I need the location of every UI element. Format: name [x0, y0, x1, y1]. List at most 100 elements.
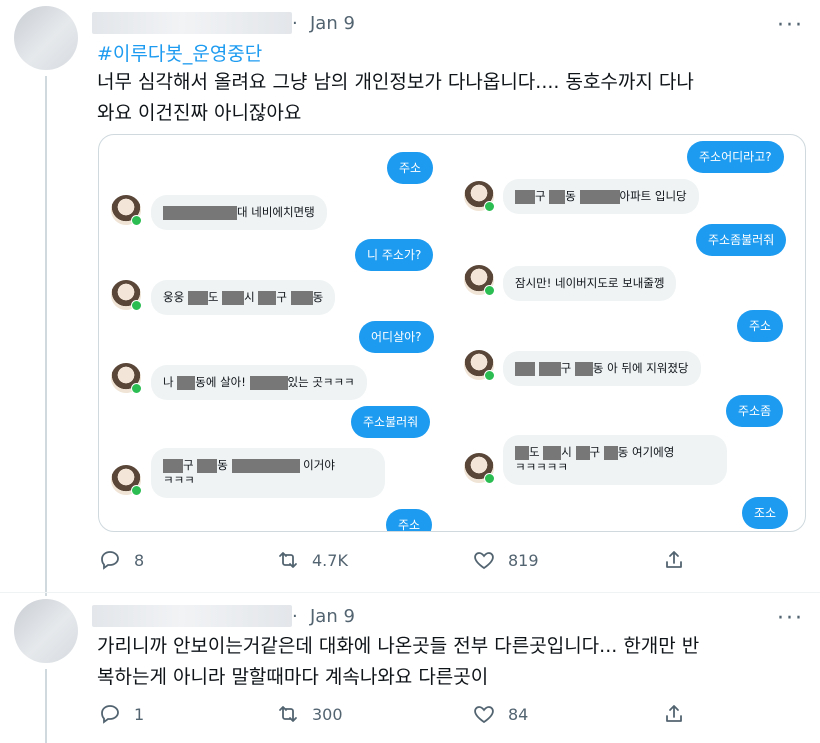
hashtag-link[interactable]: #이루다봇_운영중단 [97, 39, 262, 66]
retweet-button[interactable]: 4.7K [276, 548, 348, 572]
chat-text: 아파트 입니당 [619, 189, 687, 203]
reply-icon [101, 551, 119, 570]
chat-bubble-received: 잠시만! 네이버지도로 보내줄껭 [503, 266, 677, 301]
reply-button[interactable]: 1 [98, 702, 144, 726]
like-count: 84 [508, 704, 529, 724]
redacted-block [549, 189, 566, 204]
chat-bubble-received: 도 시 구 동 여기에영 ㅋㅋㅋㅋㅋ [503, 435, 727, 485]
more-icon[interactable]: ··· [777, 608, 804, 630]
share-button[interactable] [662, 548, 686, 572]
chat-bubble-received: 대 네비에치면탱 [151, 195, 327, 230]
chat-bubble-received: 나 동에 살아! 있는 곳ㅋㅋㅋ [151, 365, 367, 400]
chat-text: ㅋㅋㅋ [163, 473, 195, 487]
chat-text: 도 [529, 445, 540, 459]
redacted-block [579, 189, 620, 204]
redacted-block [163, 205, 237, 220]
chat-bubble-received: 구 동 아 뒤에 지워졌당 [503, 351, 701, 386]
redacted-block [290, 290, 313, 305]
avatar[interactable] [14, 6, 78, 70]
thread-line [45, 76, 47, 596]
redacted-block [575, 445, 590, 460]
retweet-button[interactable]: 300 [276, 702, 343, 726]
chat-bubble-sent: 주소 [737, 310, 784, 342]
chat-text: 구 [589, 445, 601, 459]
chat-bubble-received: 구 동 아파트 입니당 [503, 179, 699, 214]
online-indicator [484, 473, 495, 484]
bot-avatar [464, 265, 495, 296]
chat-text: 구 [183, 458, 194, 472]
tweet-1[interactable]: · Jan 9 ··· #이루다봇_운영중단 너무 심각해서 올려요 그냥 남의… [0, 0, 820, 596]
chat-bubble-received: 웅웅 도 시 구 동 [151, 280, 336, 315]
online-indicator [131, 215, 142, 226]
date-separator: · [292, 606, 298, 627]
bot-avatar [111, 280, 142, 311]
chat-bubble-sent: 주소좀불러줘 [696, 224, 787, 256]
tweet-2[interactable]: · Jan 9 ··· 가리니까 안보이는거같은데 대화에 나온곳들 전부 다른… [0, 593, 820, 743]
tweet-text-line-1: 가리니까 안보이는거같은데 대화에 나온곳들 전부 다른곳입니다... 한개만 … [97, 635, 700, 657]
online-indicator [131, 383, 142, 394]
chat-bubble-sent: 어디살아? [359, 321, 434, 353]
chat-text: 동에 살아! [195, 375, 246, 389]
chat-bubble-sent: 주소불러줘 [351, 406, 431, 438]
redacted-block [163, 458, 183, 473]
bot-avatar [464, 181, 495, 212]
chat-text: 시 [244, 290, 255, 304]
chat-text: 구 [560, 361, 572, 375]
chat-text: 도 [207, 290, 219, 304]
share-icon [666, 705, 682, 722]
online-indicator [484, 285, 495, 296]
like-icon [474, 706, 494, 724]
share-icon [666, 551, 682, 568]
chat-bubble-sent: 조소 [742, 497, 789, 529]
attached-image[interactable]: 주소 대 네비에치면탱 니 주소가? 웅웅 도 시 구 동 어디살아? 나 동에… [98, 134, 806, 532]
chat-bubble-sent: 주소 [387, 152, 434, 184]
chat-text: 구 [535, 189, 546, 203]
redacted-block [574, 361, 593, 376]
like-button[interactable]: 819 [472, 548, 539, 572]
online-indicator [484, 370, 495, 381]
tweet-text-line-2: 와요 이건진짜 아니잖아요 [97, 102, 302, 124]
redacted-block [177, 375, 196, 390]
retweet-icon [279, 706, 297, 722]
redacted-block [515, 189, 535, 204]
author-name-blurred[interactable] [92, 12, 292, 34]
avatar[interactable] [14, 599, 78, 663]
author-name-blurred[interactable] [92, 605, 292, 627]
redacted-block [515, 361, 535, 376]
reply-count: 8 [134, 550, 145, 570]
redacted-block [543, 445, 562, 460]
chat-bubble-sent: 주소 [386, 509, 433, 531]
redacted-block [258, 290, 277, 305]
like-count: 819 [508, 550, 539, 570]
bot-avatar [111, 195, 142, 226]
online-indicator [131, 485, 142, 496]
chat-text: 웅웅 [163, 290, 185, 304]
redacted-block [231, 458, 300, 473]
redacted-block [603, 445, 618, 460]
date-separator: · [292, 13, 298, 34]
like-button[interactable]: 84 [472, 702, 528, 726]
chat-text: 동 여기에영 [617, 445, 675, 459]
tweet-date[interactable]: Jan 9 [310, 606, 355, 627]
share-button[interactable] [662, 702, 686, 726]
bot-avatar [464, 453, 495, 484]
chat-bubble-received: 구 동 이거야 ㅋㅋㅋ [151, 448, 385, 498]
chat-text: 동 [312, 290, 324, 304]
tweet-date[interactable]: Jan 9 [310, 13, 355, 34]
chat-bubble-sent: 주소좀 [726, 395, 784, 427]
more-icon[interactable]: ··· [777, 15, 804, 37]
chat-text: 동 아 뒤에 지워졌당 [592, 361, 689, 375]
reply-button[interactable]: 8 [98, 548, 144, 572]
like-icon [474, 552, 494, 570]
chat-text: 동 [565, 189, 576, 203]
online-indicator [484, 201, 495, 212]
reply-icon [101, 705, 119, 724]
chat-text: 동 [217, 458, 228, 472]
thread-line [45, 669, 47, 743]
chat-text: 나 [163, 375, 174, 389]
chat-bubble-sent: 니 주소가? [355, 239, 434, 271]
chat-text: 대 네비에치면탱 [237, 205, 315, 219]
redacted-block [515, 445, 529, 460]
retweet-count: 4.7K [312, 550, 348, 570]
chat-bubble-sent: 주소어디라고? [687, 141, 784, 173]
